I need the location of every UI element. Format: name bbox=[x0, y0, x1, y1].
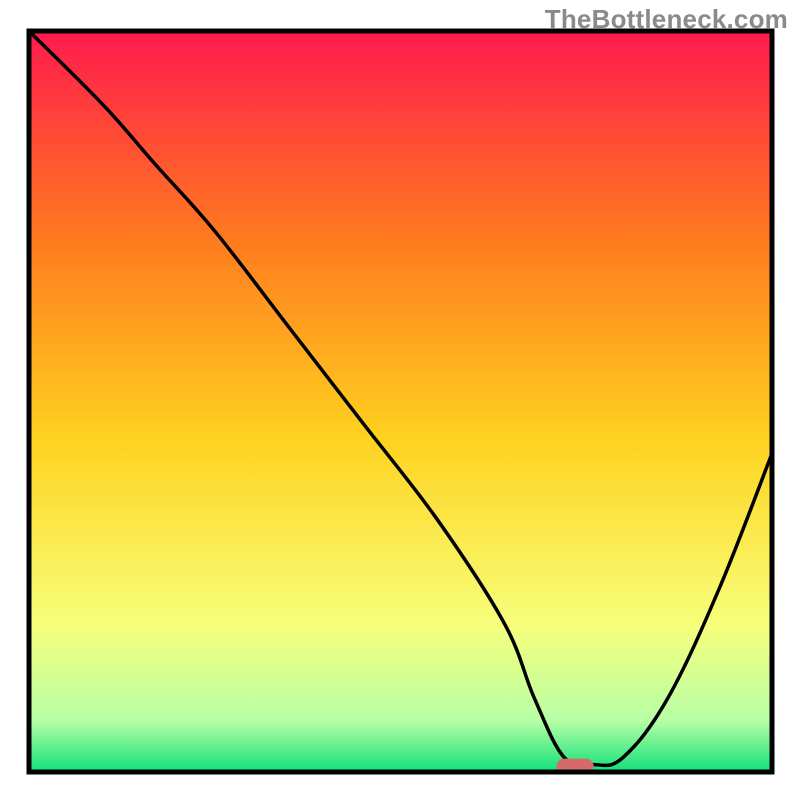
chart-frame: TheBottleneck.com bbox=[0, 0, 800, 800]
bottleneck-chart bbox=[0, 0, 800, 800]
gradient-background bbox=[29, 31, 772, 772]
